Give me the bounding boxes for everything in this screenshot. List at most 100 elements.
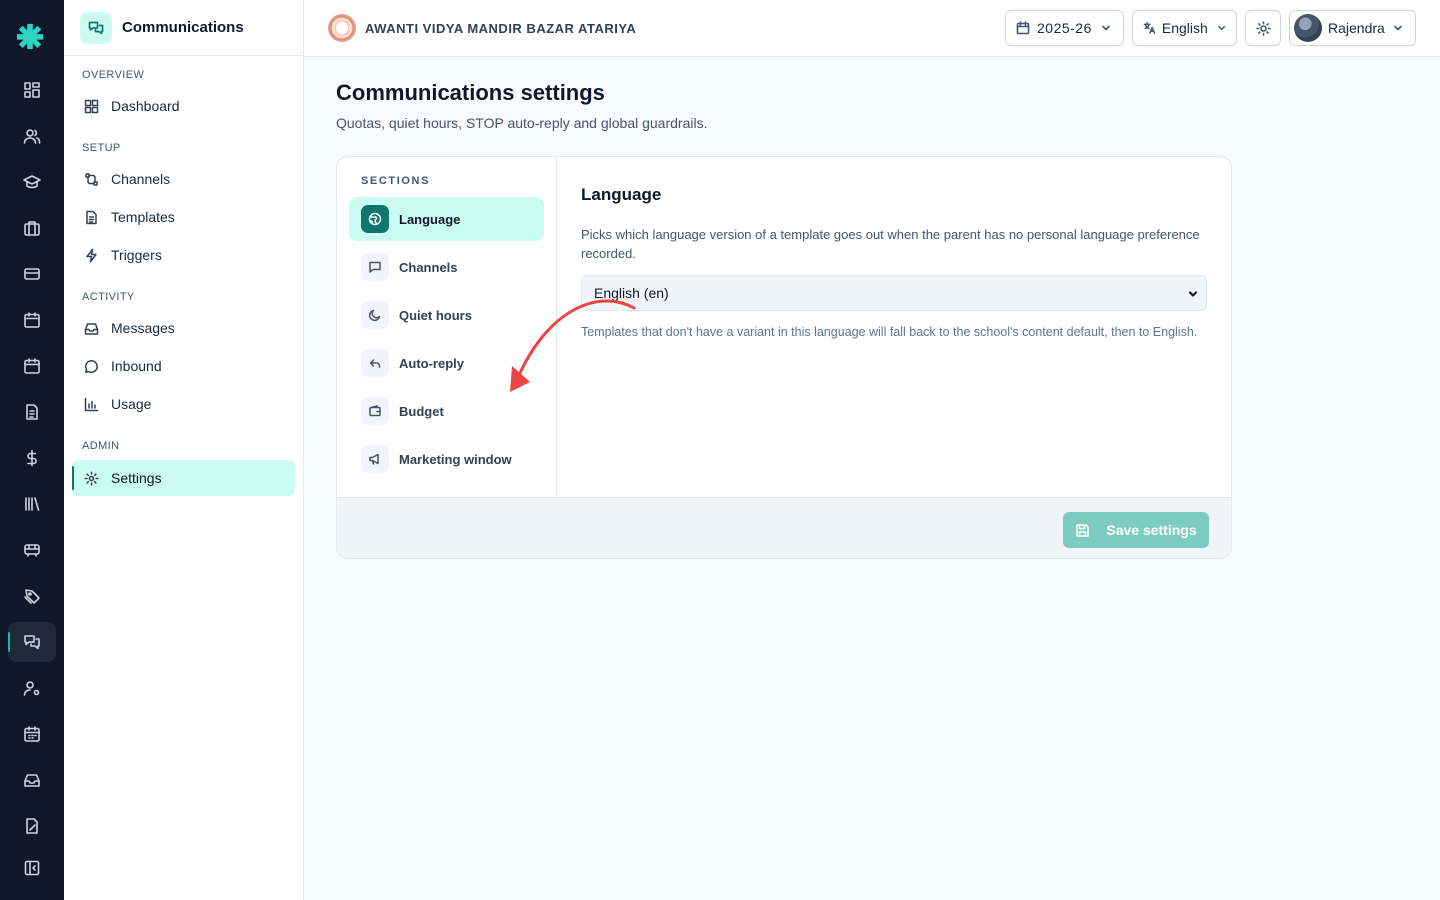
school-logo [328, 14, 356, 42]
section-item-marketing-window[interactable]: Marketing window [349, 437, 544, 481]
section-label: Auto-reply [399, 355, 464, 371]
bar-chart-icon [84, 397, 99, 411]
app-logo-icon[interactable] [16, 21, 44, 49]
rail-tag-icon[interactable] [8, 576, 56, 616]
lightning-icon [86, 248, 97, 262]
section-label: Marketing window [399, 451, 512, 467]
sidebar-item-label: Dashboard [111, 98, 180, 114]
communications-icon [80, 11, 112, 44]
page-title: Communications settings [336, 80, 605, 105]
gear-icon [84, 471, 99, 485]
section-item-language[interactable]: Language [349, 197, 544, 241]
message-square-icon [361, 253, 389, 281]
moon-icon [361, 301, 389, 329]
channels-icon [85, 172, 98, 186]
card-footer: Save settings [337, 497, 1231, 558]
section-label: Quiet hours [399, 307, 472, 323]
school-name: AWANTI VIDYA MANDIR BAZAR ATARIYA [365, 20, 637, 36]
chat-bubble-icon [85, 359, 98, 373]
sidebar-item-label: Settings [111, 470, 162, 486]
save-icon [1076, 523, 1090, 537]
section-item-channels[interactable]: Channels [349, 245, 544, 289]
sidebar-item-settings[interactable]: Settings [72, 460, 295, 496]
rail-document-icon[interactable] [8, 392, 56, 432]
reply-icon [361, 349, 389, 377]
rail-calendar-alt-icon[interactable] [8, 346, 56, 386]
sidebar-group-overview: OVERVIEW [82, 69, 145, 81]
save-settings-button[interactable]: Save settings [1063, 512, 1209, 548]
templates-icon [86, 210, 97, 224]
sidebar-item-triggers[interactable]: Triggers [72, 237, 295, 273]
rail-card-icon[interactable] [8, 254, 56, 294]
rail-library-icon[interactable] [8, 484, 56, 524]
pane-title: Language [581, 185, 662, 204]
selected-language-value: English (en) [594, 285, 669, 301]
sidebar-item-label: Usage [111, 396, 152, 412]
rail-collapse-icon[interactable] [8, 848, 56, 888]
page-subtitle: Quotas, quiet hours, STOP auto-reply and… [336, 115, 708, 131]
save-settings-label: Save settings [1106, 522, 1197, 538]
default-language-select[interactable]: English (en) [581, 275, 1207, 311]
rail-calendar-icon[interactable] [8, 300, 56, 340]
rail-bus-icon[interactable] [8, 530, 56, 570]
sections-label: SECTIONS [361, 175, 431, 187]
dashboard-icon [84, 99, 99, 113]
sidebar-group-setup: SETUP [82, 142, 121, 154]
rail-communications-icon[interactable] [8, 622, 56, 662]
section-label: Budget [399, 403, 444, 419]
section-label: Language [399, 211, 461, 227]
sidebar-item-label: Inbound [111, 358, 162, 374]
avatar [1294, 14, 1322, 42]
sidebar-item-inbound[interactable]: Inbound [72, 348, 295, 384]
user-name: Rajendra [1328, 20, 1385, 36]
fallback-note: Templates that don't have a variant in t… [581, 325, 1198, 339]
rail-briefcase-icon[interactable] [8, 208, 56, 248]
rail-inbox-icon[interactable] [8, 760, 56, 800]
sidebar-item-messages[interactable]: Messages [72, 310, 295, 346]
user-menu[interactable]: Rajendra [1289, 10, 1416, 46]
sidebar-item-label: Channels [111, 171, 171, 187]
rail-user-settings-icon[interactable] [8, 668, 56, 708]
section-item-auto-reply[interactable]: Auto-reply [349, 341, 544, 385]
megaphone-icon [361, 445, 389, 473]
pane-description: Picks which language version of a templa… [581, 227, 1200, 261]
chevron-down-icon [1102, 25, 1110, 31]
theme-toggle-button[interactable] [1245, 10, 1281, 46]
rail-academics-icon[interactable] [8, 162, 56, 202]
sidebar-item-dashboard[interactable]: Dashboard [72, 88, 295, 124]
sidebar-item-templates[interactable]: Templates [72, 199, 295, 235]
rail-dollar-icon[interactable] [8, 438, 56, 478]
inbox-icon [84, 322, 99, 335]
globe-icon [361, 205, 389, 233]
section-item-budget[interactable]: Budget [349, 389, 544, 433]
rail-students-icon[interactable] [8, 116, 56, 156]
academic-year-select[interactable]: 2025-26 [1005, 10, 1124, 46]
sidebar-group-admin: ADMIN [82, 440, 120, 452]
rail-certificate-icon[interactable] [8, 806, 56, 846]
calendar-icon [1016, 21, 1030, 35]
language-select[interactable]: English [1132, 10, 1237, 46]
icon-rail [0, 0, 64, 900]
school-identity[interactable]: AWANTI VIDYA MANDIR BAZAR ATARIYA [328, 14, 636, 42]
chevron-down-icon [1217, 25, 1225, 31]
sidebar-item-label: Triggers [111, 247, 162, 263]
academic-year-value: 2025-26 [1037, 20, 1092, 36]
top-bar: AWANTI VIDYA MANDIR BAZAR ATARIYA 2025-2… [304, 0, 1440, 57]
sidebar-item-channels[interactable]: Channels [72, 161, 295, 197]
sidebar-item-label: Messages [111, 320, 175, 336]
sidebar-item-usage[interactable]: Usage [72, 386, 295, 422]
rail-dashboard-icon[interactable] [8, 70, 56, 110]
sidebar-item-label: Templates [111, 209, 175, 225]
translate-icon [1143, 22, 1156, 34]
language-value: English [1161, 20, 1208, 36]
settings-card: SECTIONS Language Channels Quiet hours A… [336, 156, 1232, 559]
wallet-icon [361, 397, 389, 425]
rail-timetable-icon[interactable] [8, 714, 56, 754]
sidebar-group-activity: ACTIVITY [82, 291, 135, 303]
sidebar-title: Communications [122, 19, 244, 36]
module-sidebar: Communications OVERVIEW Dashboard SETUP … [64, 0, 304, 900]
chevron-down-icon [1188, 291, 1198, 297]
chevron-down-icon [1394, 25, 1402, 31]
section-item-quiet-hours[interactable]: Quiet hours [349, 293, 544, 337]
sun-icon [1255, 20, 1271, 36]
